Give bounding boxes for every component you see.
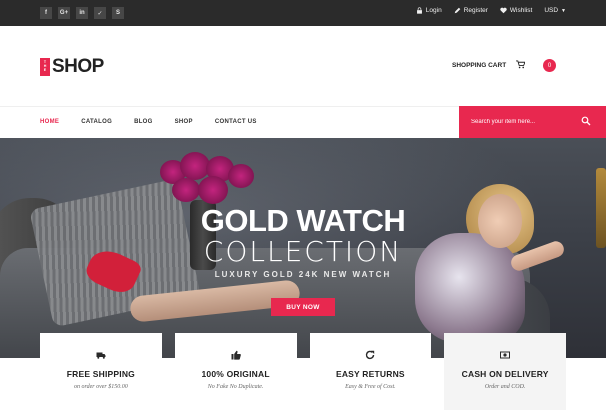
cart-icon[interactable] [516,60,525,69]
currency-label: USD [544,7,559,14]
login-link[interactable]: Login [416,7,442,14]
truck-icon [96,352,106,359]
nav-item-blog[interactable]: BLOG [134,119,153,125]
lock-icon [416,7,422,14]
caret-down-icon: ▼ [561,7,566,14]
register-label: Register [463,7,488,14]
nav-item-catalog[interactable]: CATALOG [81,119,112,125]
feature-subtitle: No Fake No Duplicate. [207,384,264,390]
hero-banner: GOLD WATCH COLLECTION LUXURY GOLD 24K NE… [0,138,606,358]
feature-subtitle: Order and COD. [484,384,526,390]
pencil-icon [454,7,461,14]
wishlist-label: Wishlist [509,7,533,14]
feature-subtitle: Easy & Free of Cost. [345,384,396,390]
register-link[interactable]: Register [454,7,488,14]
flower-bouquet [158,152,256,208]
hero-tagline: LUXURY GOLD 24K NEW WATCH [214,270,392,279]
feature-easy-returns: EASY RETURNS Easy & Free of Cost. [309,333,432,410]
hero-title: GOLD WATCH [200,203,406,238]
logo-text: SHOP [52,56,104,77]
nav-item-home[interactable]: HOME [40,119,59,125]
currency-select[interactable]: USD ▼ [544,7,566,14]
skype-icon[interactable]: S [112,7,124,19]
feature-subtitle: on order over $150.00 [73,384,128,390]
shopping-cart-link[interactable]: SHOPPING CART [452,62,506,69]
heart-icon [500,7,507,14]
feature-title: 100% ORIGINAL [201,369,270,379]
linkedin-icon[interactable]: in [76,7,88,19]
top-bar: f G+ in ✓ S Login Register Wishlist USD … [0,0,606,26]
facebook-icon[interactable]: f [40,7,52,19]
site-header: T H E SHOP SHOPPING CART 0 [0,26,606,106]
nav-item-shop[interactable]: SHOP [175,119,193,125]
search-box [459,106,606,138]
logo-badge-letter: E [43,67,47,72]
refresh-icon [366,350,375,360]
thumbs-up-icon [231,350,241,360]
cart-count-badge[interactable]: 0 [543,59,556,72]
google-plus-icon[interactable]: G+ [58,7,70,19]
main-navigation: HOME CATALOG BLOG SHOP CONTACT US [0,106,606,138]
feature-title: FREE SHIPPING [66,369,135,379]
login-label: Login [425,7,442,14]
search-input[interactable] [471,117,576,127]
feature-title: EASY RETURNS [335,369,405,379]
search-icon[interactable] [581,116,591,126]
wishlist-link[interactable]: Wishlist [500,7,532,14]
feature-original: 100% ORIGINAL No Fake No Duplicate. [174,333,297,410]
feature-free-shipping: FREE SHIPPING on order over $150.00 [40,333,162,410]
money-icon [500,351,511,359]
buy-now-button[interactable]: BUY NOW [271,298,335,316]
feature-cash-on-delivery: CASH ON DELIVERY Order and COD. [444,333,566,410]
site-logo[interactable]: T H E SHOP [40,56,104,78]
account-links: Login Register Wishlist USD ▼ [416,7,566,14]
social-links: f G+ in ✓ S [40,7,124,19]
nav-menu: HOME CATALOG BLOG SHOP CONTACT US [40,119,257,125]
feature-strip: FREE SHIPPING on order over $150.00 100%… [40,333,566,410]
logo-badge: T H E [40,58,50,76]
twitter-icon[interactable]: ✓ [94,7,106,19]
hero-subtitle: COLLECTION [203,235,403,268]
nav-item-contact-us[interactable]: CONTACT US [215,119,257,125]
feature-title: CASH ON DELIVERY [461,369,549,379]
